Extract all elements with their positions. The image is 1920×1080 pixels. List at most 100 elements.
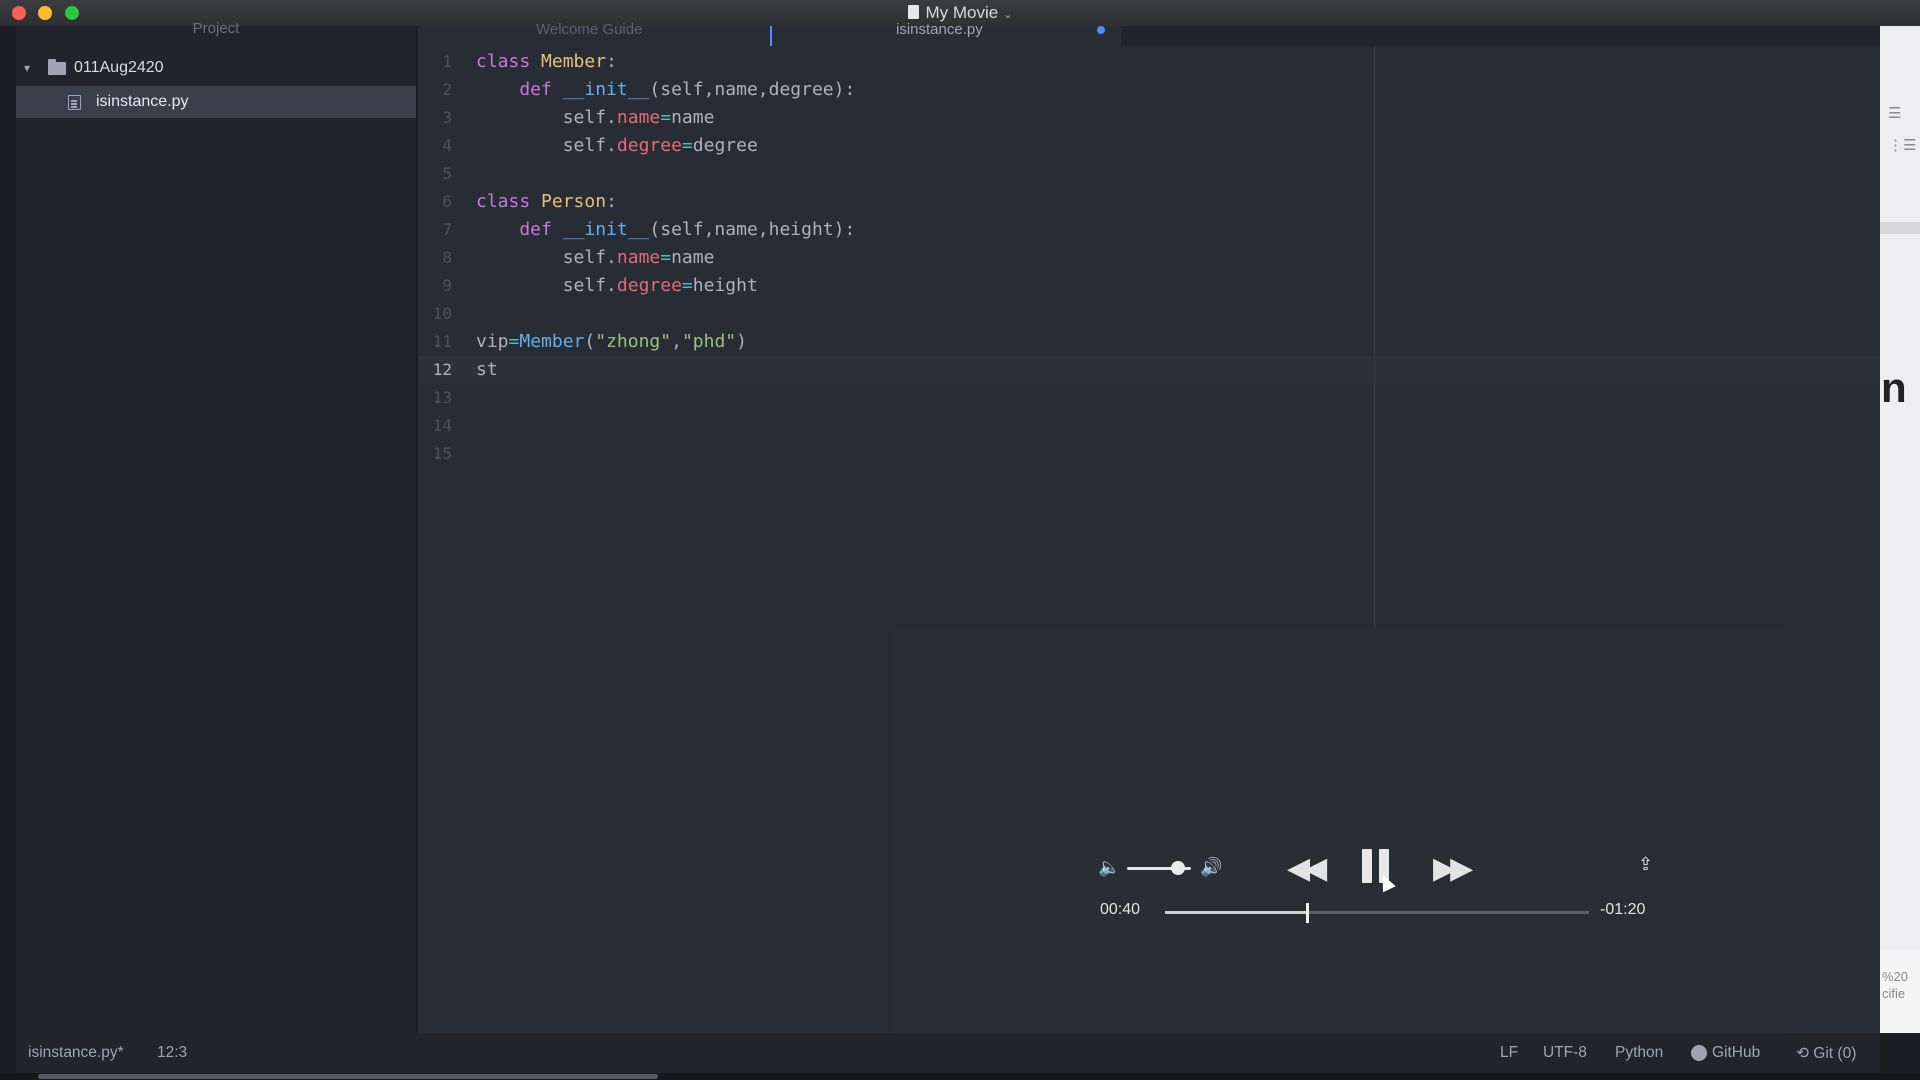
code-token: self. xyxy=(476,135,617,156)
current-time: 00:40 xyxy=(1100,901,1141,918)
project-sidebar: Project ▾ 011Aug2420 isinstance.py xyxy=(16,20,416,1033)
status-language[interactable]: Python xyxy=(1615,1044,1663,1062)
line-number: 5 xyxy=(442,164,452,183)
code-token: Member xyxy=(541,51,607,72)
code-token: , xyxy=(671,331,682,352)
status-encoding[interactable]: UTF-8 xyxy=(1543,1044,1587,1062)
file-label: isinstance.py xyxy=(96,93,189,110)
status-file-name[interactable]: isinstance.py* xyxy=(28,1044,124,1062)
line-number: 15 xyxy=(432,444,452,463)
code-line[interactable]: self.name=name xyxy=(476,104,1776,132)
code-line[interactable]: def __init__(self,name,height): xyxy=(476,216,1776,244)
line-number: 8 xyxy=(442,248,452,267)
code-line[interactable]: class Person: xyxy=(476,188,1776,216)
outline-icon[interactable]: ⋮☰ xyxy=(1888,136,1916,154)
code-token: : xyxy=(606,191,617,212)
remaining-time: -01:20 xyxy=(1600,901,1646,918)
volume-high-icon[interactable]: 🔊 xyxy=(1200,857,1222,878)
code-token: name xyxy=(671,247,715,268)
code-token: def xyxy=(476,219,563,240)
scrubber-progress xyxy=(1165,911,1307,914)
code-token: = xyxy=(660,247,672,268)
status-bar: isinstance.py* 12:3 LF UTF-8 Python GitH… xyxy=(16,1033,1880,1073)
code-token: degree xyxy=(616,275,682,296)
code-token: class xyxy=(476,191,542,212)
line-number: 7 xyxy=(442,220,452,239)
code-token: __init__ xyxy=(562,79,650,100)
tree-file-isinstance[interactable]: isinstance.py xyxy=(16,86,416,118)
code-token: : xyxy=(606,51,617,72)
line-number: 4 xyxy=(442,136,452,155)
code-token: "phd" xyxy=(681,331,737,352)
scrubber-playhead[interactable] xyxy=(1306,903,1310,923)
code-token: degree xyxy=(616,135,682,156)
code-line[interactable] xyxy=(476,160,1776,188)
file-text-icon xyxy=(68,95,81,110)
code-line[interactable] xyxy=(476,412,1776,440)
editor-pane[interactable]: Welcome Guide isinstance.py 1 2 3 4 5 6 7 8 9 10 1… xyxy=(418,21,1880,1057)
github-label: GitHub xyxy=(1712,1044,1761,1061)
disclosure-arrow-icon[interactable]: ▾ xyxy=(24,54,38,82)
share-icon[interactable]: ⇪ xyxy=(1638,854,1653,875)
status-github[interactable]: GitHub xyxy=(1691,1044,1760,1062)
scrubber-track[interactable] xyxy=(1165,903,1589,923)
code-token: ( xyxy=(584,331,596,352)
line-number: 13 xyxy=(432,388,452,407)
code-token: Member xyxy=(519,331,585,352)
code-area[interactable]: class Member: def __init__(self,name,deg… xyxy=(476,48,1776,468)
code-token: = xyxy=(681,275,693,296)
code-line[interactable] xyxy=(476,300,1776,328)
code-token: degree xyxy=(692,135,758,156)
tree-root-folder[interactable]: ▾ 011Aug2420 xyxy=(24,54,164,82)
panel-band xyxy=(1880,222,1920,234)
fast-forward-icon[interactable]: ▶▶ xyxy=(1433,851,1473,886)
tab-active-indicator xyxy=(770,26,772,46)
code-line[interactable]: st xyxy=(476,356,1776,384)
modified-dot-icon[interactable] xyxy=(1097,26,1105,34)
code-line[interactable]: vip=Member("zhong","phd") xyxy=(476,328,1776,356)
video-player-controls: 🔈 🔊 ◀◀ ▶▶ ⇪ 00:40 -01:20 xyxy=(894,629,1788,1057)
code-token: = xyxy=(508,331,520,352)
code-token: class xyxy=(476,51,542,72)
code-token: self. xyxy=(476,275,617,296)
chevron-down-icon: ⌄ xyxy=(1003,9,1013,21)
tab-welcome-guide[interactable]: Welcome Guide xyxy=(536,21,642,38)
panel-title: Project xyxy=(192,20,240,37)
line-number: 11 xyxy=(432,332,452,351)
volume-knob[interactable] xyxy=(1171,861,1186,875)
code-line[interactable]: def __init__(self,name,degree): xyxy=(476,76,1776,104)
line-number-gutter: 1 2 3 4 5 6 7 8 9 10 11 12 13 14 15 xyxy=(418,48,452,468)
line-number: 6 xyxy=(442,192,452,211)
code-token: vip xyxy=(476,331,509,352)
list-icon[interactable]: ☰ xyxy=(1888,104,1901,122)
code-line[interactable] xyxy=(476,440,1776,468)
code-token: = xyxy=(681,135,693,156)
code-token: "zhong" xyxy=(595,331,672,352)
code-token: (self,name,degree): xyxy=(649,79,856,100)
volume-low-icon[interactable]: 🔈 xyxy=(1098,857,1120,878)
status-cursor-position[interactable]: 12:3 xyxy=(157,1044,187,1062)
code-token: name xyxy=(616,107,661,128)
code-token: name xyxy=(671,107,715,128)
status-git[interactable]: ⟲ Git (0) xyxy=(1796,1044,1856,1063)
code-line[interactable] xyxy=(476,384,1776,412)
code-token: def xyxy=(476,79,563,100)
code-line[interactable]: self.name=name xyxy=(476,244,1776,272)
line-number: 12 xyxy=(432,360,452,379)
window-title-text: My Movie xyxy=(925,3,999,22)
code-line[interactable]: self.degree=degree xyxy=(476,132,1776,160)
tab-bar: Welcome Guide isinstance.py xyxy=(418,21,1880,46)
code-line[interactable]: self.degree=height xyxy=(476,272,1776,300)
github-icon xyxy=(1691,1045,1707,1061)
line-number: 14 xyxy=(432,416,452,435)
tab-isinstance[interactable]: isinstance.py xyxy=(896,21,983,38)
rewind-icon[interactable]: ◀◀ xyxy=(1287,851,1327,886)
horizontal-scrollbar[interactable] xyxy=(38,1074,658,1079)
code-token: st xyxy=(476,359,498,380)
code-token: name xyxy=(616,247,661,268)
line-number: 2 xyxy=(442,80,452,99)
status-line-ending[interactable]: LF xyxy=(1500,1044,1518,1062)
code-line[interactable]: class Member: xyxy=(476,48,1776,76)
background-window-edge: ☰ ⋮☰ n %20 cifie xyxy=(1880,26,1920,1033)
code-token: (self,name,height): xyxy=(649,219,856,240)
